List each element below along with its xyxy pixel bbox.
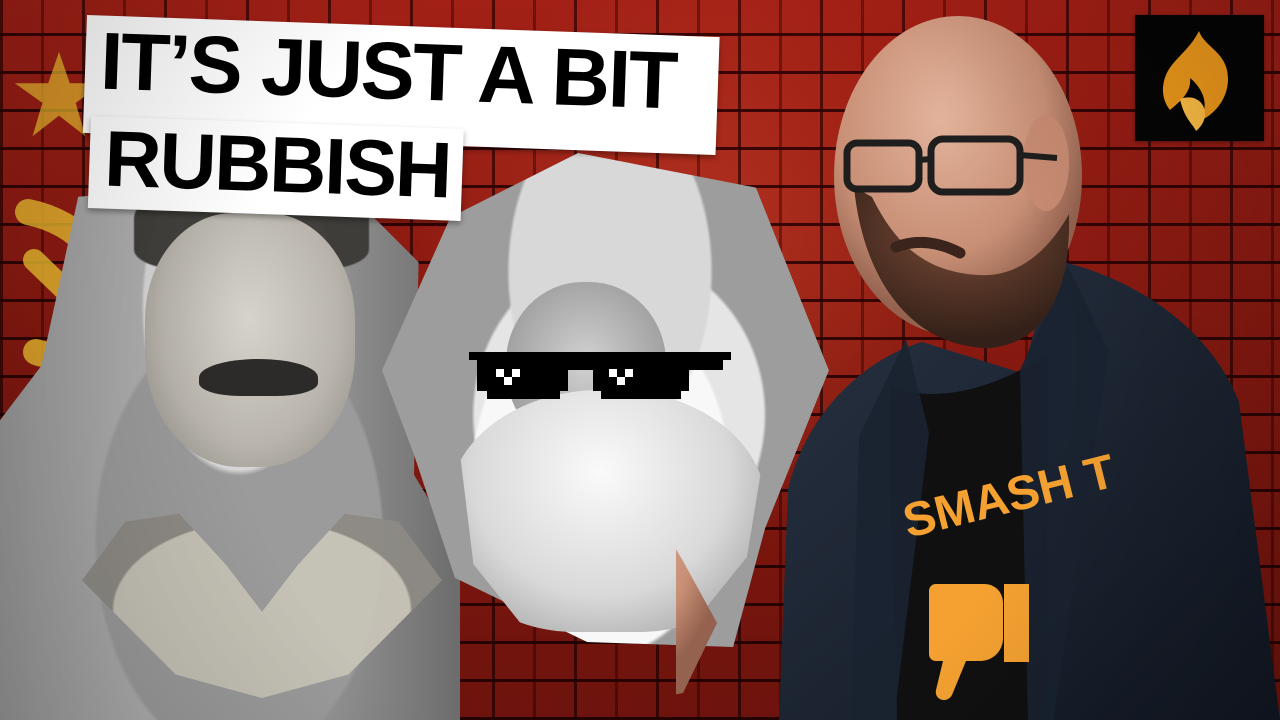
caption-line-two-text: RUBBISH [102, 113, 452, 215]
flame-logo-icon [1135, 15, 1264, 141]
caption-line-one-text: IT’S JUST A BIT [98, 16, 678, 127]
stalin-mustache [199, 359, 318, 396]
thumbnail-image: SMASH T IT’S JUST A BIT RUBBISH [0, 0, 1280, 720]
stalin-face [145, 213, 355, 467]
presenter-hand [676, 549, 717, 695]
caption-line-two: RUBBISH [87, 113, 464, 221]
